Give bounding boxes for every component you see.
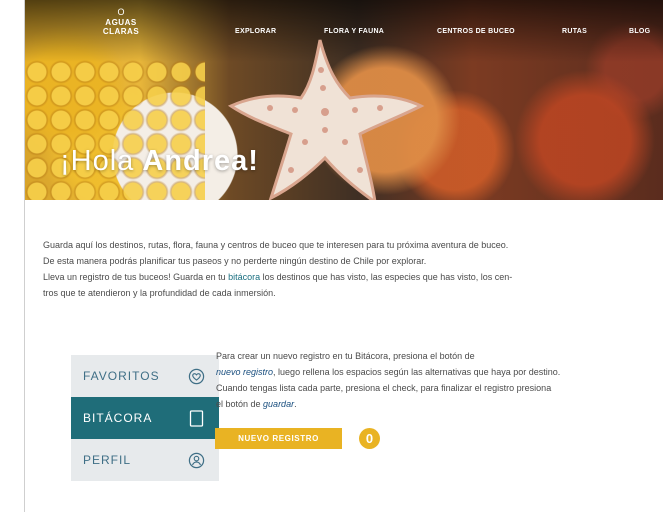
menu-item-perfil[interactable]: PERFIL <box>71 439 219 481</box>
guardar-link[interactable]: guardar <box>263 399 294 409</box>
intro-line-3-end: los destinos que has visto, las especies… <box>260 272 513 282</box>
notebook-icon <box>187 409 205 427</box>
nuevo-registro-link[interactable]: nuevo registro <box>216 367 273 377</box>
nav-centros-de-buceo[interactable]: CENTROS DE BUCEO <box>437 28 515 35</box>
intro-line-4: tros que te atendieron y la profundidad … <box>43 288 276 298</box>
coral-background-image <box>25 60 205 200</box>
nav-blog[interactable]: BLOG <box>629 28 650 35</box>
instr-line-3: Cuando tengas lista cada parte, presiona… <box>216 383 552 393</box>
instr-line-4-end: . <box>294 399 297 409</box>
greeting-name: Andrea! <box>142 145 259 177</box>
intro-text: Guarda aquí los destinos, rutas, flora, … <box>43 237 643 301</box>
instr-line-4: el botón de guardar. <box>216 396 636 412</box>
instr-line-4-start: el botón de <box>216 399 264 409</box>
logo-line-2: CLARAS <box>102 27 140 36</box>
greeting-title: ¡Hola Andrea! <box>60 145 259 178</box>
nav-rutas[interactable]: RUTAS <box>562 28 587 35</box>
instr-line-1: Para crear un nuevo registro en tu Bitác… <box>216 351 475 361</box>
greeting-word: ¡Hola <box>60 145 135 177</box>
nav-explorar[interactable]: EXPLORAR <box>235 28 276 35</box>
intro-line-3: Lleva un registro de tus buceos! Guarda … <box>43 269 643 285</box>
bitacora-link[interactable]: bitácora <box>228 272 260 282</box>
menu-item-bitacora[interactable]: BITÁCORA <box>71 397 219 439</box>
intro-line-1: Guarda aquí los destinos, rutas, flora, … <box>43 240 509 250</box>
nav-flora-fauna[interactable]: FLORA Y FAUNA <box>324 28 384 35</box>
logo-line-1: AGUAS <box>105 18 137 27</box>
menu-item-label: FAVORITOS <box>83 369 160 383</box>
menu-item-label: PERFIL <box>83 453 132 467</box>
menu-item-favoritos[interactable]: FAVORITOS <box>71 355 219 397</box>
aguas-claras-logo[interactable]: O AGUAS CLARAS <box>96 6 146 36</box>
hero-banner: O AGUAS CLARAS EXPLORAR FLORA Y FAUNA CE… <box>25 0 663 200</box>
annotation-badge: 0 <box>359 428 380 449</box>
logo-mark: O <box>117 7 125 17</box>
intro-line-3-start: Lleva un registro de tus buceos! Guarda … <box>43 272 229 282</box>
intro-line-2: De esta manera podrás planificar tus pas… <box>43 256 427 266</box>
instr-line-2: nuevo registro, luego rellena los espaci… <box>216 364 636 380</box>
page-frame: O AGUAS CLARAS EXPLORAR FLORA Y FAUNA CE… <box>24 0 663 512</box>
instructions-text: Para crear un nuevo registro en tu Bitác… <box>216 348 636 412</box>
instr-line-2-rest: , luego rellena los espacios según las a… <box>273 367 561 377</box>
heart-icon <box>187 367 205 385</box>
side-menu: FAVORITOS BITÁCORA PERFIL <box>71 355 219 481</box>
menu-item-label: BITÁCORA <box>83 411 153 425</box>
nuevo-registro-button[interactable]: NUEVO REGISTRO <box>215 428 342 449</box>
user-icon <box>187 451 205 469</box>
